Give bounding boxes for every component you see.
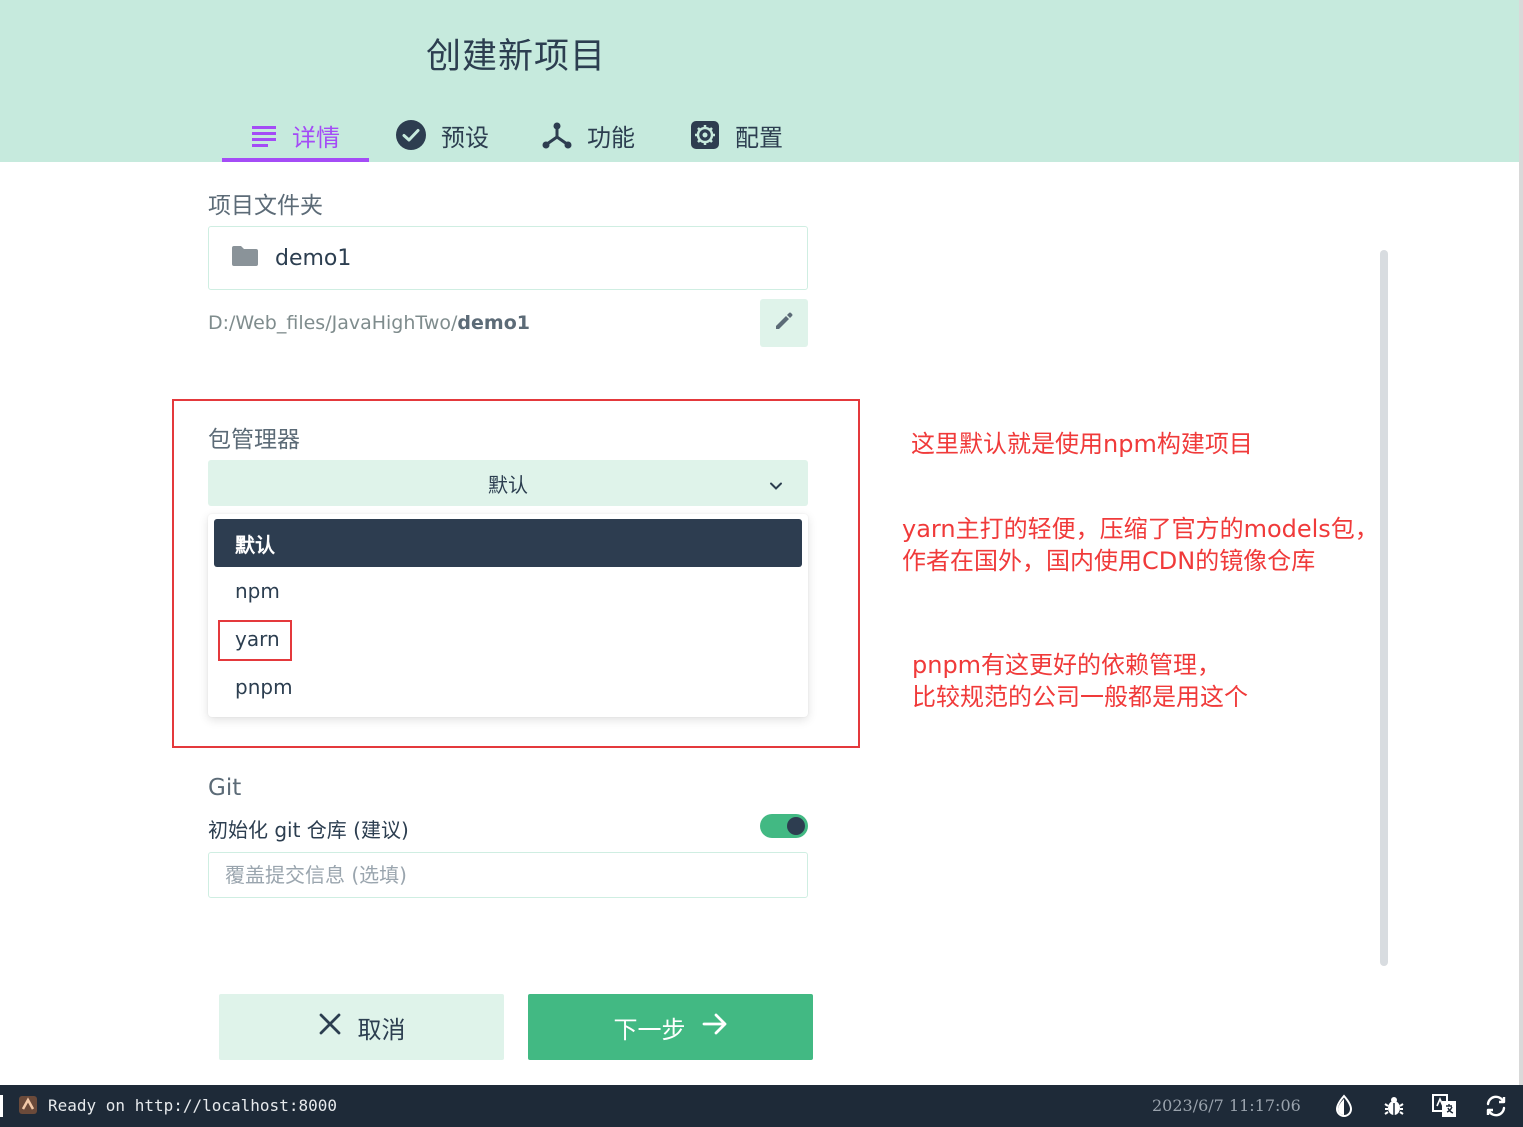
cancel-button[interactable]: 取消 xyxy=(219,994,504,1060)
annotation-note-default: 这里默认就是使用npm构建项目 xyxy=(911,430,1253,458)
bug-icon[interactable] xyxy=(1382,1094,1406,1118)
folder-name: demo1 xyxy=(275,245,352,271)
status-bar-edge xyxy=(0,1095,3,1117)
project-path-prefix: D:/Web_files/JavaHighTwo/ xyxy=(208,312,458,334)
page-title: 创建新项目 xyxy=(426,37,607,77)
status-text: Ready on http://localhost:8000 xyxy=(48,1096,337,1115)
translate-icon[interactable] xyxy=(1432,1094,1456,1118)
git-init-toggle[interactable] xyxy=(760,814,808,838)
annotation-box-package-manager xyxy=(172,399,860,748)
arrow-right-icon xyxy=(702,1012,728,1042)
project-path-folder: demo1 xyxy=(457,312,530,334)
edit-path-button[interactable] xyxy=(760,299,808,347)
tab-details-label: 详情 xyxy=(292,123,340,152)
tab-presets[interactable]: 预设 xyxy=(395,108,489,162)
details-list-icon xyxy=(250,123,278,147)
tab-presets-label: 预设 xyxy=(441,123,489,152)
cancel-button-label: 取消 xyxy=(357,1015,406,1044)
features-branch-icon xyxy=(541,119,573,151)
tab-config-label: 配置 xyxy=(735,123,783,152)
tab-details[interactable]: 详情 xyxy=(250,108,340,162)
refresh-icon[interactable] xyxy=(1484,1094,1508,1118)
git-label: Git xyxy=(208,775,242,801)
status-datetime: 2023/6/7 11:17:06 xyxy=(1152,1096,1301,1115)
active-tab-indicator xyxy=(222,158,369,162)
header: 创建新项目 详情 预设 功能 配置 xyxy=(0,0,1523,162)
close-icon xyxy=(318,1012,342,1042)
scrollbar[interactable] xyxy=(1380,250,1388,966)
settings-gear-icon xyxy=(689,119,721,151)
theme-drop-icon[interactable] xyxy=(1332,1094,1356,1118)
status-bar: Ready on http://localhost:8000 2023/6/7 … xyxy=(0,1085,1523,1127)
project-path: D:/Web_files/JavaHighTwo/demo1 xyxy=(208,312,530,334)
check-circle-icon xyxy=(395,119,427,151)
app-logo-icon xyxy=(18,1095,38,1115)
annotation-note-yarn-2: 作者在国外，国内使用CDN的镜像仓库 xyxy=(902,547,1316,575)
tab-config[interactable]: 配置 xyxy=(689,108,783,162)
annotation-note-pnpm-2: 比较规范的公司一般都是用这个 xyxy=(912,683,1248,711)
tab-features[interactable]: 功能 xyxy=(541,108,635,162)
create-project-page: 创建新项目 详情 预设 功能 配置 项目文件夹 demo1 D:/Web_fil… xyxy=(0,0,1523,1127)
annotation-note-pnpm-1: pnpm有这更好的依赖管理， xyxy=(912,651,1222,679)
git-init-label: 初始化 git 仓库 (建议) xyxy=(208,818,409,842)
annotation-box-yarn xyxy=(218,620,292,661)
next-step-button[interactable]: 下一步 xyxy=(528,994,813,1060)
commit-message-input[interactable] xyxy=(208,852,808,898)
project-folder-label: 项目文件夹 xyxy=(208,193,323,219)
tab-features-label: 功能 xyxy=(587,123,635,152)
folder-icon xyxy=(231,245,259,271)
annotation-note-yarn-1: yarn主打的轻便，压缩了官方的models包， xyxy=(902,515,1379,543)
toggle-knob xyxy=(787,817,805,835)
project-folder-field[interactable]: demo1 xyxy=(208,226,808,290)
pencil-icon xyxy=(773,310,795,336)
next-step-button-label: 下一步 xyxy=(613,1015,686,1044)
window-edge xyxy=(1519,0,1523,1085)
